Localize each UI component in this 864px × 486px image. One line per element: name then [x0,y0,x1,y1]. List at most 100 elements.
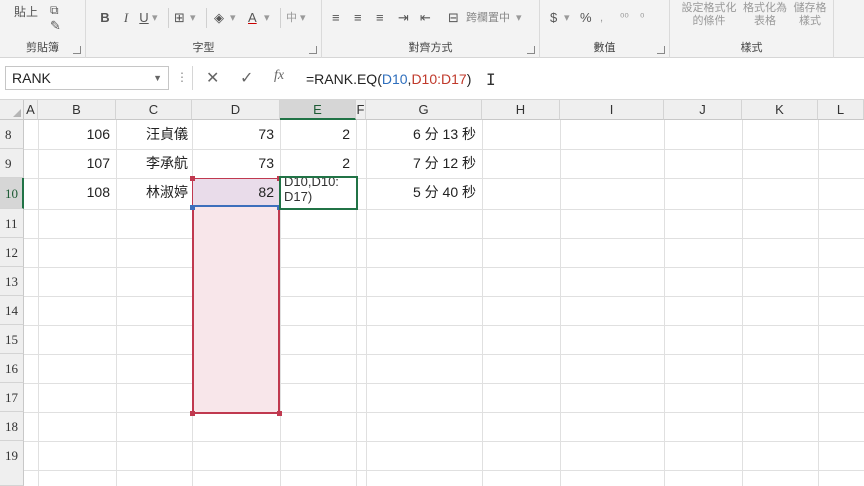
gridline [356,120,357,486]
phonetic-dropdown-icon[interactable]: ▾ [300,8,306,28]
row-header-10[interactable]: 10 [0,178,24,209]
comma-style-icon[interactable]: , [600,8,603,28]
font-color-dropdown-icon[interactable]: ▾ [264,8,270,28]
underline-dropdown-icon[interactable]: ▾ [152,8,158,28]
row-header-16[interactable]: 16 [0,354,24,383]
column-header-b[interactable]: B [38,100,116,120]
align-left-icon[interactable]: ≡ [332,8,340,28]
row-header-18[interactable]: 18 [0,412,24,441]
align-right-icon[interactable]: ≡ [376,8,384,28]
gridline [24,470,864,471]
column-header-i[interactable]: I [560,100,664,120]
number-launcher-icon[interactable] [657,46,665,54]
merge-center-button[interactable]: 跨欄置中 [466,8,510,28]
column-header-h[interactable]: H [482,100,560,120]
cell-g8[interactable]: 6 分 13 秒 [366,120,482,149]
underline-button[interactable]: U [138,8,150,28]
formula-input[interactable]: =RANK.EQ(D10,D10:D17) [306,68,471,90]
outdent-icon[interactable]: ⇤ [420,8,431,28]
clipboard-launcher-icon[interactable] [73,46,81,54]
row-header-14[interactable]: 14 [0,296,24,325]
cell-c8[interactable]: 汪貞儀 [116,120,192,149]
name-box-value: RANK [12,70,51,86]
formula-prefix: =RANK.EQ( [306,71,382,87]
cell-styles-button[interactable]: 儲存格 樣式 [790,2,830,28]
borders-icon[interactable]: ⊞ [174,8,185,28]
conditional-format-button[interactable]: 設定格式化 的條件 [680,2,738,28]
decrease-decimal-icon[interactable]: ⁰ [640,8,644,28]
paste-button[interactable]: 貼上 [14,2,38,22]
phonetic-icon[interactable]: 中 [286,8,297,28]
select-all-corner[interactable] [0,100,24,120]
column-header-g[interactable]: G [366,100,482,120]
row-header-15[interactable]: 15 [0,325,24,354]
column-header-j[interactable]: J [664,100,742,120]
cell-b8[interactable]: 106 [38,120,116,149]
more-icon[interactable]: ⋮ [176,70,188,84]
divider [206,8,207,28]
column-header-d[interactable]: D [192,100,280,120]
gridline [664,120,665,486]
fill-color-icon[interactable]: ◈ [214,8,224,28]
active-cell-e10[interactable]: D10,D10: D17) [279,176,358,210]
cell-c9[interactable]: 李承航 [116,149,192,178]
column-header-l[interactable]: L [818,100,864,120]
column-header-k[interactable]: K [742,100,818,120]
borders-dropdown-icon[interactable]: ▾ [190,8,196,28]
gridline [24,354,864,355]
increase-decimal-icon[interactable]: ⁰⁰ [620,8,629,28]
name-box-dropdown-icon[interactable]: ▼ [153,67,162,89]
gridline [742,120,743,486]
column-header-c[interactable]: C [116,100,192,120]
gridline [24,383,864,384]
active-cell-text-line-2: D17) [284,189,313,204]
row-header-8[interactable]: 8 [0,120,24,149]
cell-d9[interactable]: 73 [192,149,280,178]
merge-dropdown-icon[interactable]: ▾ [516,8,522,28]
cell-c10[interactable]: 林淑婷 [116,178,192,207]
column-header-e[interactable]: E [280,100,356,120]
italic-button[interactable]: I [120,8,132,28]
row-header-13[interactable]: 13 [0,267,24,296]
cell-b10[interactable]: 108 [38,178,116,207]
reference-range-d10-d17[interactable] [192,178,280,414]
bold-button[interactable]: B [98,8,112,28]
row-header-12[interactable]: 12 [0,238,24,267]
number-group: $ ▾ % , ⁰⁰ ⁰ 數值 [540,0,670,58]
row-header-11[interactable]: 11 [0,209,24,238]
cell-d8[interactable]: 73 [192,120,280,149]
merge-center-icon[interactable]: ⊟ [448,8,459,28]
gridline [818,120,819,486]
cell-b9[interactable]: 107 [38,149,116,178]
alignment-group-label: 對齊方式 [408,42,453,54]
align-center-icon[interactable]: ≡ [354,8,362,28]
cell-e9[interactable]: 2 [280,149,356,178]
insert-function-icon[interactable]: fx [274,68,284,84]
name-box[interactable]: RANK ▼ [5,66,169,90]
enter-icon[interactable]: ✓ [240,68,253,88]
gridline [24,412,864,413]
currency-dropdown-icon[interactable]: ▾ [564,8,570,28]
cell-e8[interactable]: 2 [280,120,356,149]
font-color-button[interactable]: A [248,8,257,28]
indent-icon[interactable]: ⇥ [398,8,409,28]
percent-button[interactable]: % [580,8,592,28]
font-launcher-icon[interactable] [309,46,317,54]
cell-g9[interactable]: 7 分 12 秒 [366,149,482,178]
currency-button[interactable]: $ [550,8,557,28]
row-header-17[interactable]: 17 [0,383,24,412]
format-painter-icon[interactable]: ✎ [50,16,61,36]
cancel-icon[interactable]: ✕ [206,68,219,88]
range-handle[interactable] [190,411,195,416]
range-handle[interactable] [277,411,282,416]
column-header-f[interactable]: F [356,100,366,120]
row-header-19[interactable]: 19 [0,441,24,486]
active-cell-text-line-1: D10,D10: [284,176,339,189]
alignment-launcher-icon[interactable] [527,46,535,54]
fill-color-dropdown-icon[interactable]: ▾ [230,8,236,28]
format-as-table-button[interactable]: 格式化為 表格 [742,2,788,28]
cell-d10[interactable]: 82 [192,178,280,207]
cell-g10[interactable]: 5 分 40 秒 [366,178,482,207]
column-header-a[interactable]: A [24,100,38,120]
row-header-9[interactable]: 9 [0,149,24,178]
